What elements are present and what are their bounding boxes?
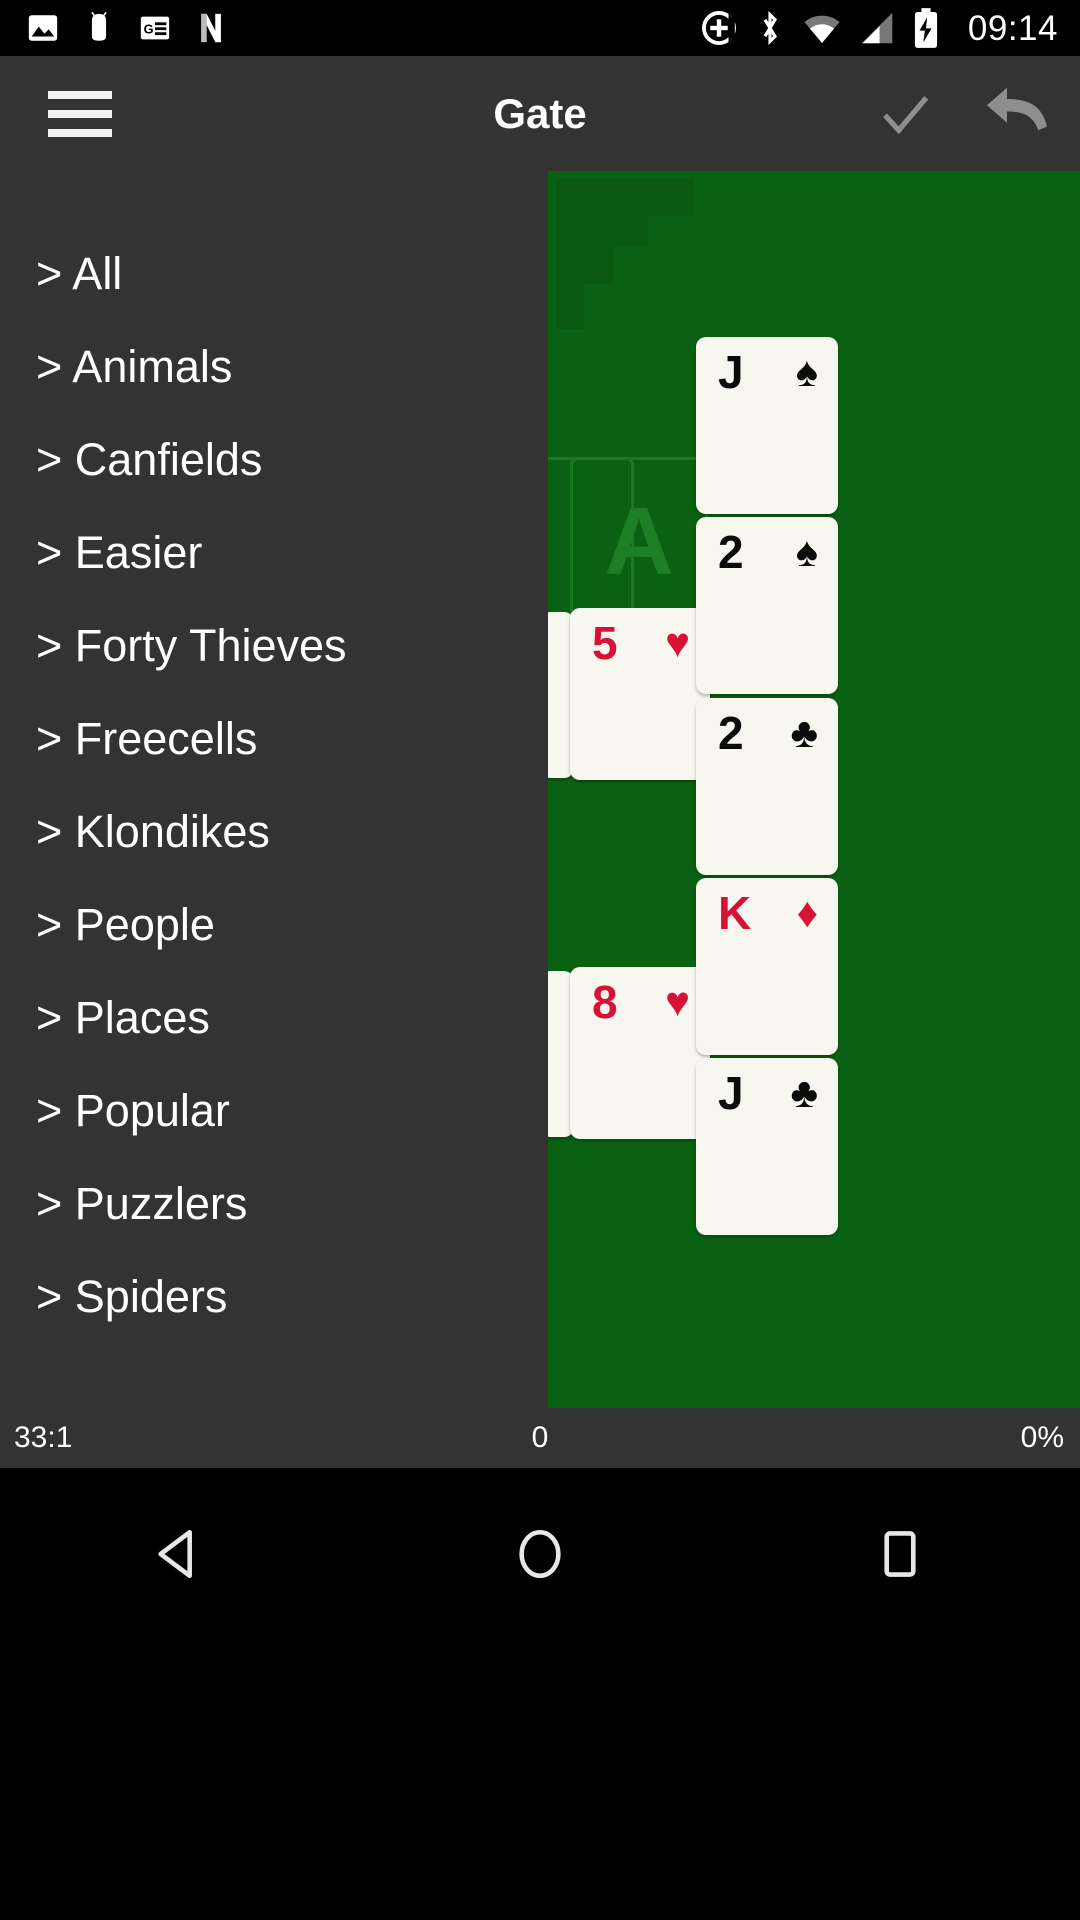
wifi-icon: [804, 15, 840, 43]
triangle-left-icon: [158, 1529, 192, 1579]
sidebar-item-label: > Freecells: [36, 713, 258, 764]
card-rank: 8: [592, 976, 618, 1028]
sidebar-item-easier[interactable]: > Easier: [0, 506, 548, 599]
sidebar-item-puzzlers[interactable]: > Puzzlers: [0, 1157, 548, 1250]
board-watermark: [556, 179, 694, 329]
hearts-suit-icon: ♥: [665, 978, 690, 1025]
card-corner: K ♦: [696, 878, 838, 936]
sidebar-item-label: > Places: [36, 992, 210, 1043]
card-k-diamonds[interactable]: K ♦: [696, 878, 838, 1055]
foundation-pile-right[interactable]: A: [570, 457, 708, 627]
phone-screen: G 09:14 Gate A 5 ♥ 8 ♥ J ♠ 2 ♠ 2 ♣ K ♦ J…: [0, 0, 1080, 1920]
sidebar-item-canfields[interactable]: > Canfields: [0, 413, 548, 506]
home-button[interactable]: [480, 1504, 600, 1604]
app-toolbar: Gate: [0, 56, 1080, 171]
clubs-suit-icon: ♣: [790, 709, 818, 756]
diamonds-suit-icon: ♦: [796, 889, 818, 936]
card-corner: 2 ♣: [696, 698, 838, 756]
foundation-label: A: [604, 488, 674, 595]
sidebar-item-label: > Forty Thieves: [36, 620, 347, 671]
card-corner: J ♠: [696, 337, 838, 395]
card-2-clubs[interactable]: 2 ♣: [696, 698, 838, 875]
sidebar-item-freecells[interactable]: > Freecells: [0, 692, 548, 785]
card-2-spades[interactable]: 2 ♠: [696, 517, 838, 694]
spades-suit-icon: ♠: [795, 528, 818, 575]
circle-icon: [519, 1529, 561, 1579]
card-rank: 2: [718, 526, 744, 578]
spades-suit-icon: ♠: [795, 348, 818, 395]
back-button[interactable]: [120, 1504, 240, 1604]
solitaire-game-board[interactable]: A 5 ♥ 8 ♥ J ♠ 2 ♠ 2 ♣ K ♦ J ♣: [548, 171, 1080, 1408]
svg-text:G: G: [144, 22, 154, 37]
sidebar-item-label: > Easier: [36, 527, 203, 578]
status-bar-clock: 09:14: [967, 8, 1058, 48]
sidebar-item-popular[interactable]: > Popular: [0, 1064, 548, 1157]
score-value: 0: [531, 1421, 549, 1454]
sidebar-item-label: > Spiders: [36, 1271, 228, 1322]
hearts-suit-icon: ♥: [665, 619, 690, 666]
card-5-hearts[interactable]: 5 ♥: [570, 608, 710, 780]
sidebar-item-label: > Canfields: [36, 434, 263, 485]
card-rank: J: [718, 346, 744, 398]
card-8-hearts[interactable]: 8 ♥: [570, 967, 710, 1139]
sidebar-item-label: > People: [36, 899, 215, 950]
card-rank: J: [718, 1067, 744, 1119]
android-navigation-bar: [0, 1468, 1080, 1920]
battery-charging-icon: [914, 8, 937, 48]
undo-arrow-icon: [987, 87, 1047, 130]
card-corner: J ♣: [696, 1058, 838, 1116]
toolbar-actions: [872, 81, 1050, 147]
progress-percent: 0%: [1020, 1421, 1064, 1454]
bluetooth-icon: [763, 10, 777, 46]
card-rank: 2: [718, 707, 744, 759]
android-app-icon: [91, 11, 107, 41]
sidebar-item-label: > Popular: [36, 1085, 230, 1136]
square-icon: [884, 1531, 916, 1577]
navigation-drawer: > All > Animals > Canfields > Easier > F…: [0, 171, 548, 1408]
game-status-bar: 33:1 0 0%: [0, 1408, 1080, 1468]
android-status-bar: G 09:14: [0, 0, 1080, 56]
sidebar-item-label: > Puzzlers: [36, 1178, 248, 1229]
sidebar-item-all[interactable]: > All: [0, 227, 548, 320]
netflix-icon: [201, 13, 221, 43]
status-bar-notification-icons: G: [0, 11, 228, 45]
confirm-button[interactable]: [872, 81, 938, 147]
sidebar-item-label: > Animals: [36, 341, 233, 392]
card-j-spades[interactable]: J ♠: [696, 337, 838, 514]
card-corner: 8 ♥: [570, 967, 710, 1025]
undo-button[interactable]: [984, 81, 1050, 147]
status-bar-system-icons: 09:14: [700, 7, 1080, 49]
photo-icon: [28, 15, 58, 41]
card-j-clubs[interactable]: J ♣: [696, 1058, 838, 1235]
sidebar-item-places[interactable]: > Places: [0, 971, 548, 1064]
google-news-icon: G: [140, 16, 170, 40]
sidebar-item-label: > All: [36, 248, 123, 299]
do-not-disturb-add-icon: [702, 11, 736, 45]
sidebar-item-forty-thieves[interactable]: > Forty Thieves: [0, 599, 548, 692]
sidebar-item-label: > Klondikes: [36, 806, 270, 857]
sidebar-item-animals[interactable]: > Animals: [0, 320, 548, 413]
card-corner: 2 ♠: [696, 517, 838, 575]
recents-button[interactable]: [840, 1504, 960, 1604]
sidebar-item-spiders[interactable]: > Spiders: [0, 1250, 548, 1343]
card-rank: 5: [592, 617, 618, 669]
card-corner: 5 ♥: [570, 608, 710, 666]
check-icon: [883, 95, 929, 134]
clubs-suit-icon: ♣: [790, 1069, 818, 1116]
card-rank: K: [718, 887, 752, 939]
cellular-signal-icon: [861, 12, 893, 44]
sidebar-item-people[interactable]: > People: [0, 878, 548, 971]
sidebar-item-klondikes[interactable]: > Klondikes: [0, 785, 548, 878]
